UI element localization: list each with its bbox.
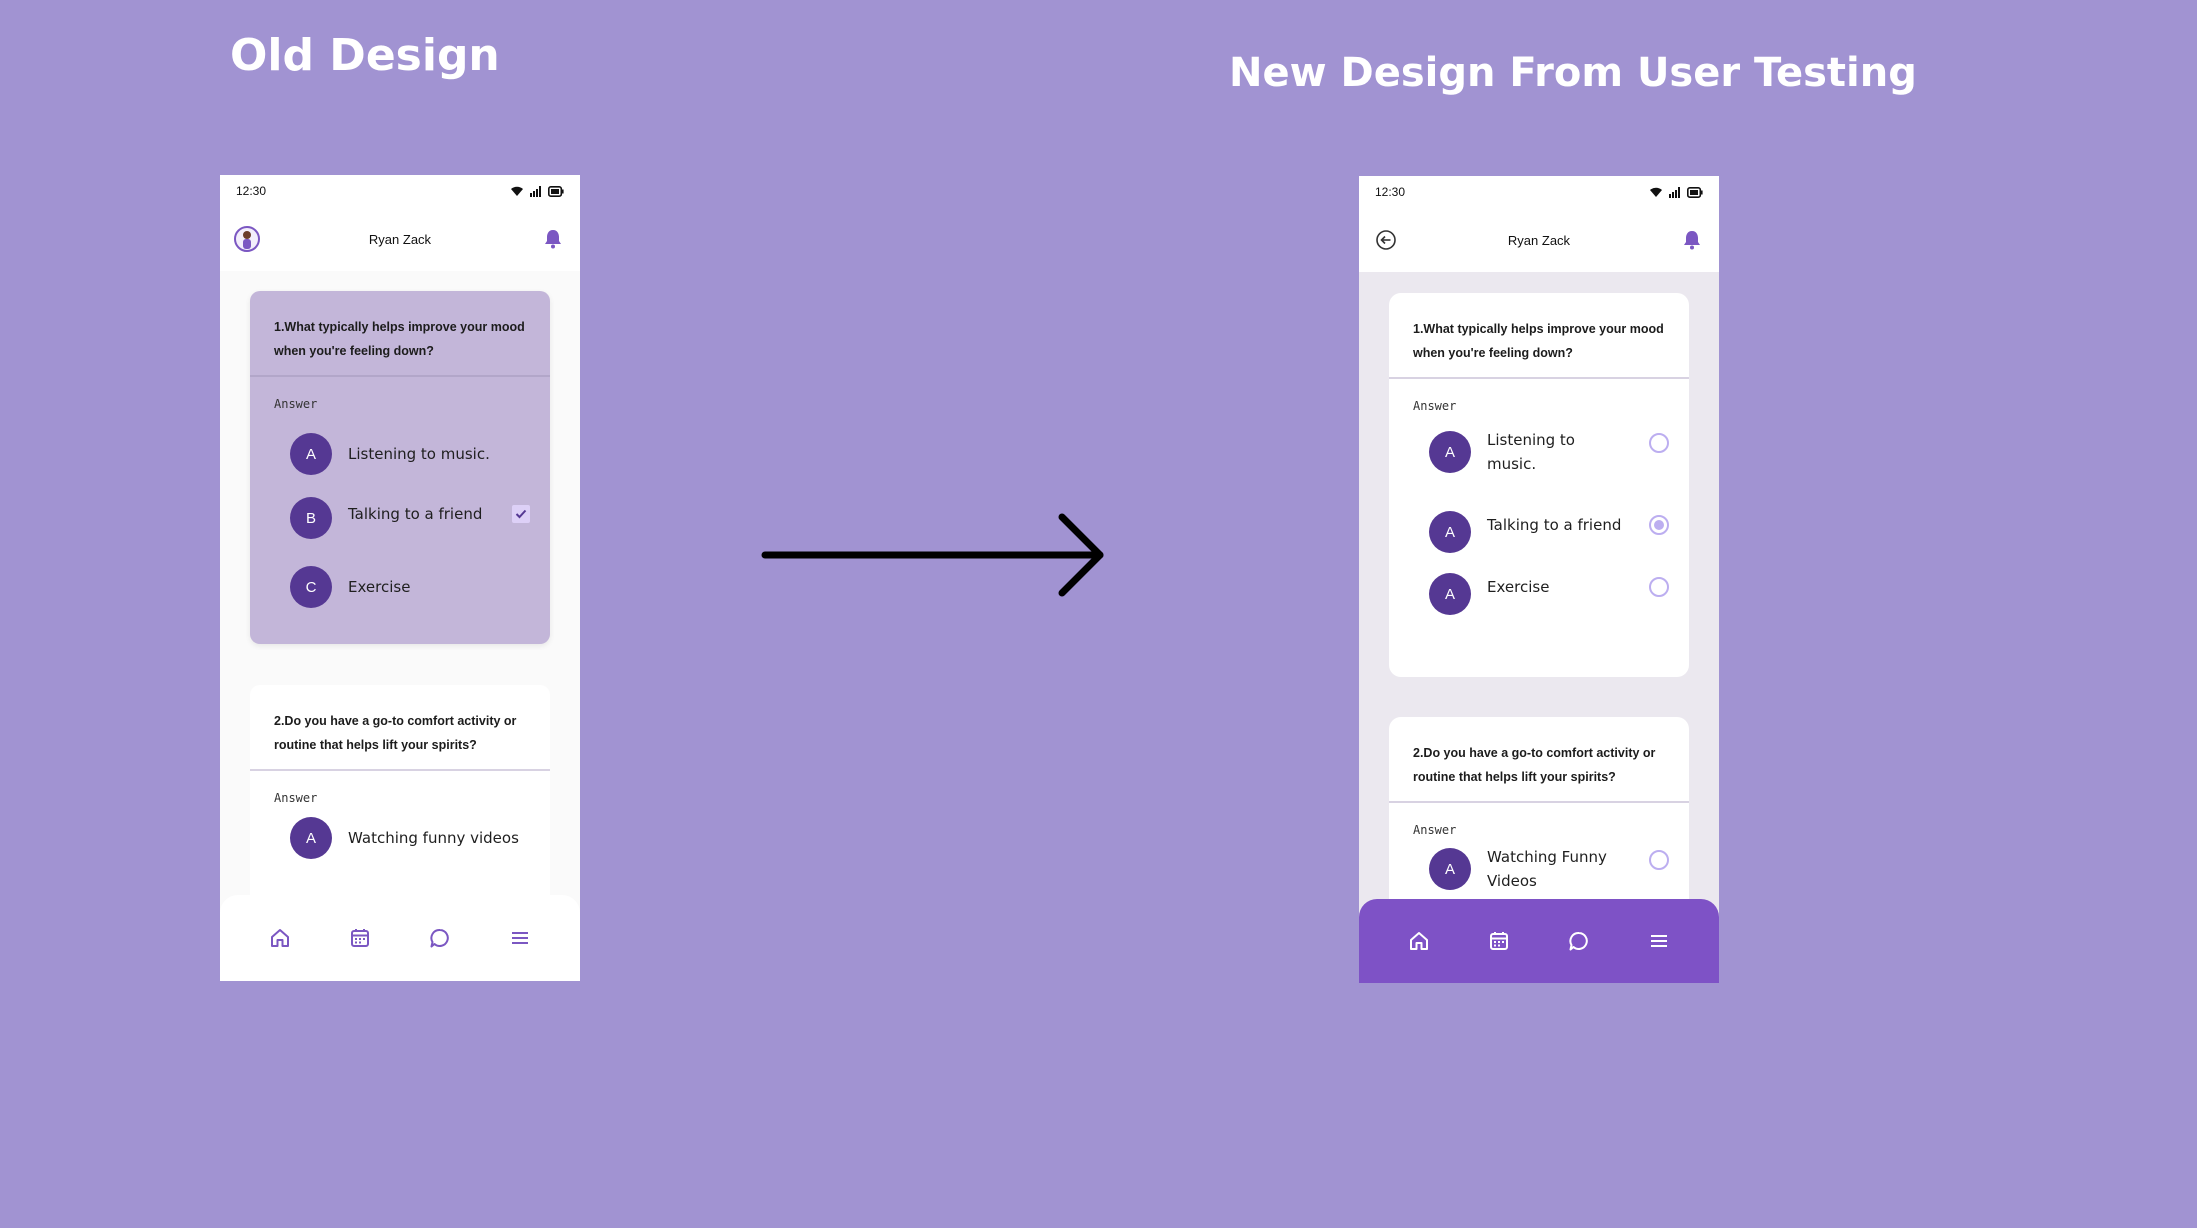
option-text: Talking to a friend	[348, 505, 483, 523]
option-letter: B	[290, 497, 332, 539]
chat-icon[interactable]	[1564, 926, 1594, 956]
question-text: 1.What typically helps improve your mood…	[1389, 293, 1689, 379]
answer-label: Answer	[1413, 399, 1457, 413]
option-text: Watching Funny Videos	[1487, 848, 1607, 890]
option-c[interactable]: C Exercise	[290, 566, 530, 608]
question-text: 2.Do you have a go-to comfort activity o…	[1389, 717, 1689, 803]
answer-label: Answer	[274, 791, 318, 805]
checkbox-checked[interactable]	[512, 505, 530, 523]
status-time: 12:30	[236, 184, 267, 198]
calendar-icon[interactable]	[345, 923, 375, 953]
wifi-icon	[511, 186, 523, 196]
radio-button[interactable]	[1649, 577, 1669, 597]
app-bar: Ryan Zack	[1359, 208, 1719, 272]
back-arrow-icon[interactable]	[1373, 227, 1399, 253]
status-bar: 12:30	[1359, 176, 1719, 208]
new-design-heading: New Design From User Testing	[1229, 50, 1917, 96]
bell-icon[interactable]	[540, 226, 566, 252]
option-letter: A	[1429, 848, 1471, 890]
right-arrow-icon	[761, 513, 1104, 597]
wifi-icon	[1650, 187, 1662, 197]
battery-icon	[548, 185, 564, 197]
option-text: Watching funny videos	[348, 829, 519, 847]
app-bar: Ryan Zack	[220, 207, 580, 271]
option-text: Listening to music.	[348, 445, 490, 463]
option-letter: A	[1429, 431, 1471, 473]
new-phone-screen: 12:30 Ryan Zack 1.What typically helps i…	[1359, 176, 1719, 983]
option-a[interactable]: A Watching funny videos	[290, 817, 530, 859]
battery-icon	[1687, 186, 1703, 198]
option-watching[interactable]: A Watching Funny Videos	[1429, 845, 1669, 893]
radio-button[interactable]	[1649, 850, 1669, 870]
check-icon	[515, 509, 527, 519]
option-letter: A	[290, 433, 332, 475]
signal-icon	[1669, 186, 1680, 198]
old-design-heading: Old Design	[230, 30, 500, 81]
radio-button-selected[interactable]	[1649, 515, 1669, 535]
home-icon[interactable]	[265, 923, 295, 953]
option-text: Talking to a friend	[1487, 516, 1622, 534]
bottom-nav	[1359, 899, 1719, 983]
question-card-1: 1.What typically helps improve your mood…	[1389, 293, 1689, 677]
calendar-icon[interactable]	[1484, 926, 1514, 956]
option-exercise[interactable]: A Exercise	[1429, 573, 1669, 615]
old-phone-screen: 12:30 Ryan Zack 1.What typically helps i…	[220, 175, 580, 981]
avatar[interactable]	[234, 226, 260, 252]
option-b[interactable]: B Talking to a friend	[290, 497, 530, 539]
option-letter: A	[290, 817, 332, 859]
option-a[interactable]: A Listening to music.	[290, 433, 530, 475]
user-name-title: Ryan Zack	[368, 231, 432, 247]
menu-icon[interactable]	[505, 923, 535, 953]
option-text: Exercise	[348, 578, 411, 596]
question-card-1: 1.What typically helps improve your mood…	[250, 291, 550, 644]
option-letter: A	[1429, 511, 1471, 553]
answer-label: Answer	[274, 397, 318, 411]
home-icon[interactable]	[1404, 926, 1434, 956]
bottom-nav	[220, 895, 580, 981]
bell-icon[interactable]	[1679, 227, 1705, 253]
option-text: Exercise	[1487, 578, 1550, 596]
option-letter: A	[1429, 573, 1471, 615]
option-talking[interactable]: A Talking to a friend	[1429, 511, 1669, 553]
option-text: Listening to music.	[1487, 431, 1575, 473]
question-text: 1.What typically helps improve your mood…	[250, 291, 550, 377]
answer-label: Answer	[1413, 823, 1457, 837]
chat-icon[interactable]	[425, 923, 455, 953]
status-bar: 12:30	[220, 175, 580, 207]
status-time: 12:30	[1375, 185, 1406, 199]
signal-icon	[530, 185, 541, 197]
option-listening[interactable]: A Listening to music.	[1429, 428, 1669, 476]
user-name-title: Ryan Zack	[1507, 232, 1571, 248]
option-letter: C	[290, 566, 332, 608]
radio-button[interactable]	[1649, 433, 1669, 453]
menu-icon[interactable]	[1644, 926, 1674, 956]
question-text: 2.Do you have a go-to comfort activity o…	[250, 685, 550, 771]
